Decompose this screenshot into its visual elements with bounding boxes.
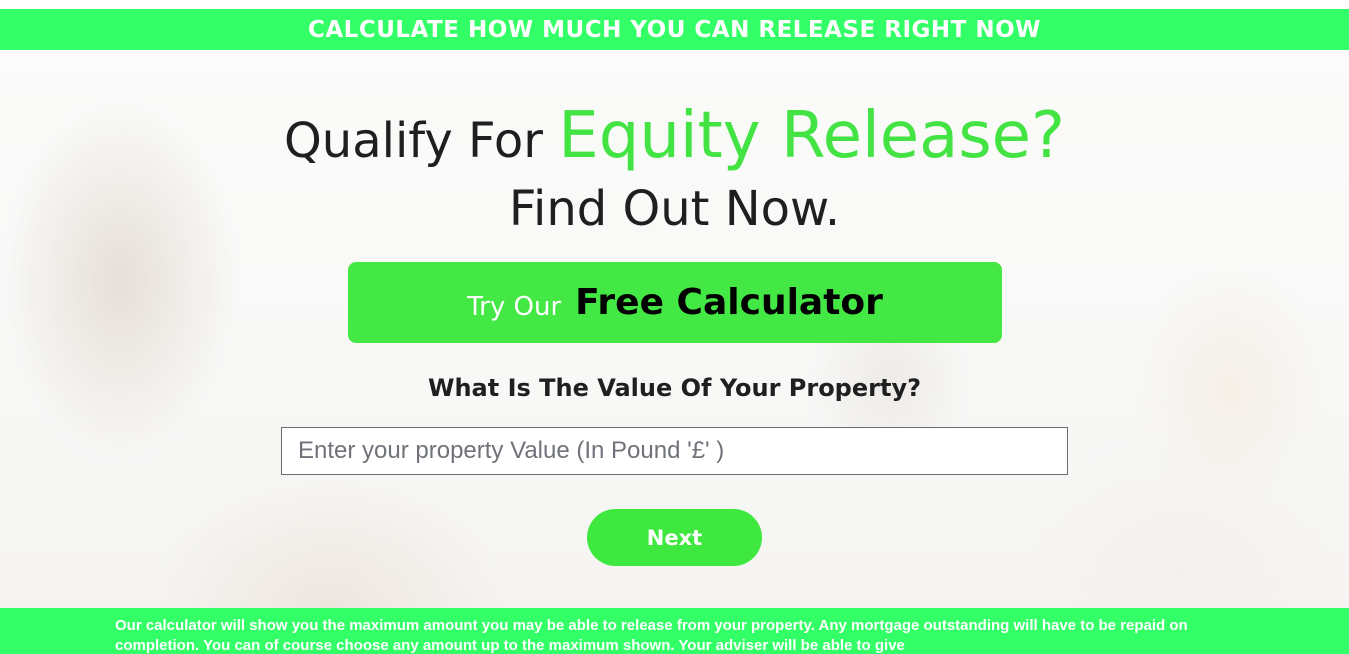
headline: Qualify For Equity Release? Find Out Now… (0, 96, 1349, 239)
property-value-question: What Is The Value Of Your Property? (427, 374, 922, 402)
headline-prefix: Qualify For (283, 113, 543, 169)
cta-big-text: Free Calculator (575, 282, 883, 323)
headline-accent: Equity Release? (558, 99, 1066, 173)
headline-line2: Find Out Now. (508, 181, 841, 237)
property-value-input[interactable] (281, 427, 1068, 475)
next-button[interactable]: Next (587, 509, 762, 566)
top-banner: CALCULATE HOW MUCH YOU CAN RELEASE RIGHT… (0, 9, 1349, 50)
headline-line1: Qualify For Equity Release? (0, 96, 1349, 181)
footer-disclaimer-text: Our calculator will show you the maximum… (115, 617, 1188, 654)
free-calculator-banner: Try Our Free Calculator (348, 262, 1002, 343)
cta-small-text: Try Our (467, 291, 562, 322)
footer-disclaimer-bar: Our calculator will show you the maximum… (0, 608, 1349, 654)
top-banner-text: CALCULATE HOW MUCH YOU CAN RELEASE RIGHT… (308, 16, 1041, 43)
